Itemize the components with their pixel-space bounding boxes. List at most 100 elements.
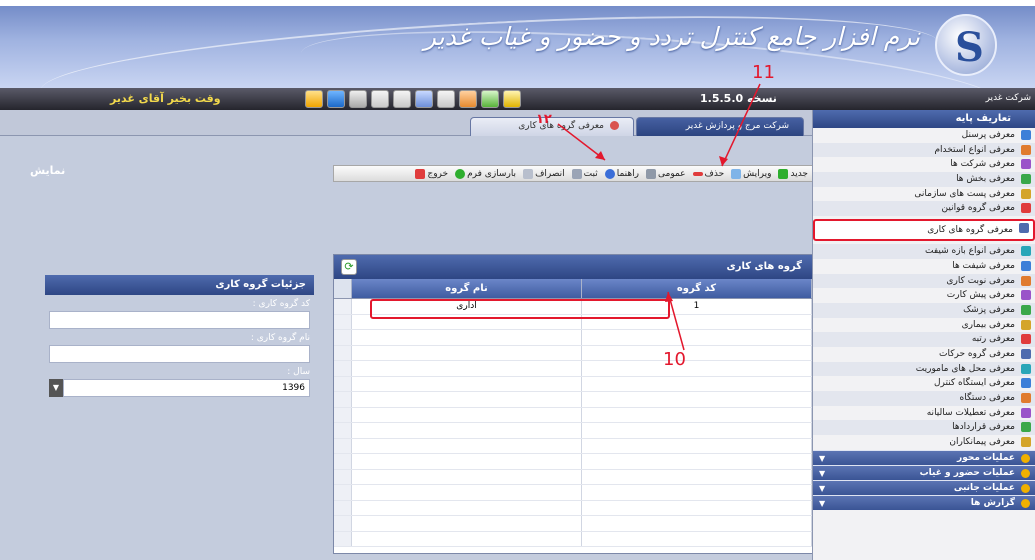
- table-row[interactable]: [334, 392, 812, 408]
- tab-work-groups[interactable]: معرفی گروه های کاری: [470, 117, 634, 136]
- browser-icon[interactable]: [327, 90, 345, 108]
- sidebar-item[interactable]: معرفی انواع بازه شیفت: [813, 244, 1035, 259]
- scrollbar-track[interactable]: [334, 469, 352, 484]
- scrollbar-track[interactable]: [334, 314, 352, 329]
- sidebar-item-label: معرفی قراردادها: [952, 422, 1015, 433]
- sidebar-item[interactable]: معرفی بخش ها: [813, 172, 1035, 187]
- sidebar-item[interactable]: معرفی پیش کارت: [813, 288, 1035, 303]
- table-row[interactable]: [334, 454, 812, 470]
- help-button[interactable]: راهنما: [604, 168, 639, 179]
- sidebar-group[interactable]: ▼ گزارش ها: [813, 494, 1035, 510]
- table-row[interactable]: [334, 485, 812, 501]
- user-label: شرکت غدیر: [985, 93, 1031, 103]
- scrollbar-track[interactable]: [334, 407, 352, 422]
- scrollbar-track[interactable]: [334, 531, 352, 546]
- grid-body: اداری 1: [334, 299, 812, 547]
- sidebar-group[interactable]: ▼ عملیات حضور و غیاب: [813, 464, 1035, 480]
- report-icon[interactable]: [459, 90, 477, 108]
- cell-group-name: [352, 454, 582, 469]
- tab-company[interactable]: شرکت مرج و پردازش غدیر: [636, 117, 804, 136]
- sidebar-item[interactable]: معرفی گروه حرکات: [813, 347, 1035, 362]
- scrollbar-track[interactable]: [334, 361, 352, 376]
- scrollbar-track[interactable]: [334, 438, 352, 453]
- exit-button[interactable]: خروج: [415, 168, 448, 179]
- table-row[interactable]: [334, 345, 812, 361]
- details-title: جزئیات گروه کاری: [45, 275, 314, 295]
- sidebar-header[interactable]: تعاریف پایه: [813, 110, 1035, 128]
- table-row[interactable]: [334, 330, 812, 346]
- code-field[interactable]: [49, 311, 310, 329]
- cancel-button[interactable]: انصراف: [523, 168, 565, 179]
- table-row[interactable]: [334, 423, 812, 439]
- table-row[interactable]: [334, 376, 812, 392]
- column-header-name[interactable]: نام گروه: [352, 279, 582, 298]
- register-button[interactable]: ثبت: [571, 168, 598, 179]
- annotation-10: 10: [663, 349, 686, 370]
- scrollbar-track[interactable]: [334, 454, 352, 469]
- sidebar-item[interactable]: معرفی ایستگاه کنترل: [813, 376, 1035, 391]
- sidebar-group[interactable]: ▼ عملیات محور: [813, 449, 1035, 465]
- document-icon[interactable]: [371, 90, 389, 108]
- table-row[interactable]: [334, 438, 812, 454]
- sidebar-item[interactable]: معرفی بیماری: [813, 318, 1035, 333]
- new-button[interactable]: جدید: [778, 168, 808, 179]
- sidebar-item[interactable]: معرفی گروه های کاری: [813, 219, 1035, 242]
- chart-icon[interactable]: [481, 90, 499, 108]
- sidebar-group[interactable]: ▼ عملیات جانبی: [813, 479, 1035, 495]
- sidebar-item[interactable]: معرفی محل های ماموریت: [813, 361, 1035, 377]
- calendar-icon[interactable]: [503, 90, 521, 108]
- scrollbar-track[interactable]: [334, 330, 352, 345]
- person-icon[interactable]: [349, 90, 367, 108]
- table-row[interactable]: [334, 407, 812, 423]
- sidebar-item[interactable]: معرفی نوبت کاری: [813, 273, 1035, 289]
- year-dropdown-button[interactable]: ▼: [49, 379, 63, 397]
- column-header-code[interactable]: کد گروه: [582, 279, 812, 298]
- sidebar-item[interactable]: معرفی پیمانکاران: [813, 435, 1035, 450]
- sidebar-item[interactable]: معرفی پست های سازمانی: [813, 187, 1035, 202]
- sidebar-item[interactable]: معرفی تعطیلات سالیانه: [813, 406, 1035, 421]
- scrollbar-track[interactable]: [334, 485, 352, 500]
- close-icon[interactable]: [610, 121, 619, 130]
- home-icon[interactable]: [305, 90, 323, 108]
- delete-button[interactable]: حذف: [692, 169, 724, 179]
- sidebar-item-label: معرفی انواع بازه شیفت: [925, 246, 1015, 257]
- sidebar-item[interactable]: معرفی پزشک: [813, 302, 1035, 318]
- scrollbar-track[interactable]: [334, 345, 352, 360]
- scrollbar-track[interactable]: [334, 423, 352, 438]
- table-row[interactable]: [334, 361, 812, 377]
- scrollbar-track[interactable]: [334, 376, 352, 391]
- general-button[interactable]: عمومی: [646, 168, 686, 179]
- scrollbar-track[interactable]: [334, 500, 352, 515]
- table-row[interactable]: [334, 516, 812, 532]
- table-row[interactable]: [334, 500, 812, 516]
- cell-group-code: [582, 531, 812, 546]
- table-row[interactable]: [334, 469, 812, 485]
- sidebar-item[interactable]: معرفی گروه قوانین: [813, 201, 1035, 217]
- sidebar-item[interactable]: معرفی قراردادها: [813, 420, 1035, 436]
- sidebar-item-label: معرفی بیماری: [961, 319, 1015, 330]
- scrollbar-track[interactable]: [334, 516, 352, 531]
- notes-icon[interactable]: [437, 90, 455, 108]
- menu-item-icon: [1021, 159, 1031, 170]
- scrollbar-track[interactable]: [334, 392, 352, 407]
- name-field[interactable]: [49, 345, 310, 363]
- grid-header: ⟳ گروه های کاری: [334, 255, 812, 279]
- display-label[interactable]: نمایش: [30, 164, 65, 177]
- grid-refresh-button[interactable]: ⟳: [341, 259, 357, 275]
- reload-button[interactable]: بارسازی فرم: [455, 168, 516, 179]
- sidebar-item[interactable]: معرفی دستگاه: [813, 391, 1035, 406]
- sidebar-item-label: معرفی شرکت ها: [950, 159, 1015, 170]
- sidebar-item[interactable]: معرفی شیفت ها: [813, 259, 1035, 274]
- edit-button[interactable]: ویرایش: [731, 168, 771, 179]
- sidebar-item[interactable]: معرفی پرسنل: [813, 128, 1035, 143]
- scrollbar-track[interactable]: [334, 279, 352, 298]
- sidebar-item[interactable]: معرفی شرکت ها: [813, 157, 1035, 172]
- sidebar-item[interactable]: معرفی انواع استخدام: [813, 142, 1035, 158]
- year-field[interactable]: 1396: [63, 379, 310, 397]
- dashboard-icon[interactable]: [415, 90, 433, 108]
- sidebar-item[interactable]: معرفی رتبه: [813, 332, 1035, 347]
- scrollbar-track[interactable]: [334, 299, 352, 314]
- clipboard-icon[interactable]: [393, 90, 411, 108]
- chevron-down-icon: ▼: [819, 453, 826, 463]
- table-row[interactable]: [334, 531, 812, 547]
